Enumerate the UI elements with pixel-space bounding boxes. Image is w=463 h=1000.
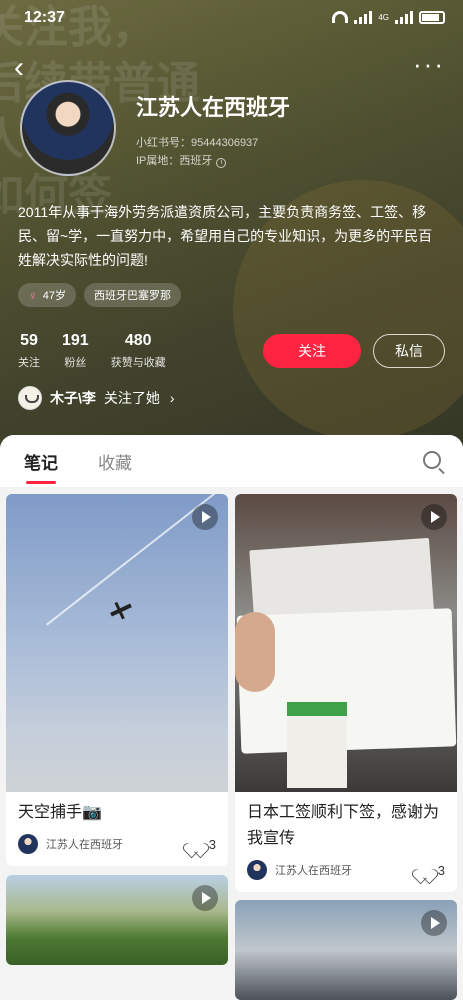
note-card[interactable]: 天空捕手📷 江苏人在西班牙 3	[6, 494, 228, 866]
profile-ip-location: IP属地：西班牙 i	[136, 152, 227, 168]
mutual-avatar	[18, 386, 42, 410]
profile-stats: 59 关注 191 粉丝 480 获赞与收藏	[18, 332, 166, 370]
tab-bar: 笔记 收藏	[0, 435, 463, 487]
tab-notes[interactable]: 笔记	[24, 449, 58, 484]
like-count: 3	[437, 862, 445, 878]
signal-icon	[395, 10, 413, 24]
video-play-icon	[421, 910, 447, 936]
stat-likes[interactable]: 480 获赞与收藏	[111, 332, 166, 370]
stat-followers[interactable]: 191 粉丝	[62, 332, 89, 370]
network-type: 4G	[378, 12, 389, 22]
info-icon[interactable]: i	[216, 158, 227, 168]
age-tag: ♀ 47岁	[18, 283, 76, 307]
author-avatar	[18, 834, 38, 854]
note-card[interactable]	[6, 875, 228, 965]
video-play-icon	[192, 885, 218, 911]
note-footer: 江苏人在西班牙 3	[235, 852, 457, 892]
signal-icon	[354, 10, 373, 24]
profile-tags: ♀ 47岁 西班牙巴塞罗那	[18, 283, 181, 307]
airplane-image	[110, 603, 132, 617]
video-play-icon	[192, 504, 218, 530]
battery-icon	[419, 10, 445, 24]
search-icon[interactable]	[423, 451, 441, 469]
note-title: 天空捕手📷	[18, 804, 102, 821]
author-name: 江苏人在西班牙	[275, 865, 352, 877]
mutual-user-name: 木子\李	[50, 390, 96, 406]
chevron-right-icon: ›	[169, 390, 175, 406]
like-count: 3	[208, 836, 216, 852]
mutual-text: 关注了她	[103, 390, 160, 406]
avatar[interactable]	[20, 80, 116, 176]
status-time: 12:37	[24, 9, 65, 26]
profile-bio: 2011年从事于海外劳务派遣资质公司，主要负责商务签、工签、移民、留~学，一直努…	[18, 204, 433, 268]
note-title: 日本工签顺利下签，感谢为我宣传	[247, 804, 440, 847]
note-card[interactable]	[235, 900, 457, 1000]
profile-header: 关注我， 后续带普通人 如何签 12:37 4G ‹ ··· 江苏人在西班牙 小红书…	[0, 0, 463, 450]
author-avatar	[247, 860, 267, 880]
message-button[interactable]: 私信	[373, 334, 445, 368]
content-sheet: 笔记 收藏 天空捕手📷 江苏人在西班牙 3 日本工签顺利下签，感谢为我宣传 江苏…	[0, 435, 463, 1000]
female-icon: ♀	[28, 287, 38, 303]
back-icon[interactable]: ‹	[14, 53, 42, 83]
mutual-follow-row[interactable]: 木子\李 关注了她 ›	[18, 386, 175, 410]
note-image	[235, 494, 457, 792]
note-image	[235, 900, 457, 1000]
stat-following[interactable]: 59 关注	[18, 332, 40, 370]
note-card[interactable]: 日本工签顺利下签，感谢为我宣传 江苏人在西班牙 3	[235, 494, 457, 892]
profile-id: 小红书号：95444306937	[136, 137, 259, 149]
note-image	[6, 494, 228, 792]
profile-name: 江苏人在西班牙	[136, 95, 291, 120]
more-options-icon[interactable]: ···	[413, 51, 445, 77]
tab-collect[interactable]: 收藏	[98, 449, 132, 474]
note-image	[6, 875, 228, 965]
video-play-icon	[421, 504, 447, 530]
follow-button[interactable]: 关注	[263, 334, 361, 368]
location-tag: 西班牙巴塞罗那	[84, 283, 181, 307]
note-footer: 江苏人在西班牙 3	[6, 826, 228, 866]
author-name: 江苏人在西班牙	[46, 839, 123, 851]
wifi-icon	[332, 11, 349, 23]
status-bar: 12:37 4G	[0, 0, 463, 36]
heart-icon[interactable]	[188, 837, 204, 851]
heart-icon[interactable]	[417, 863, 433, 877]
